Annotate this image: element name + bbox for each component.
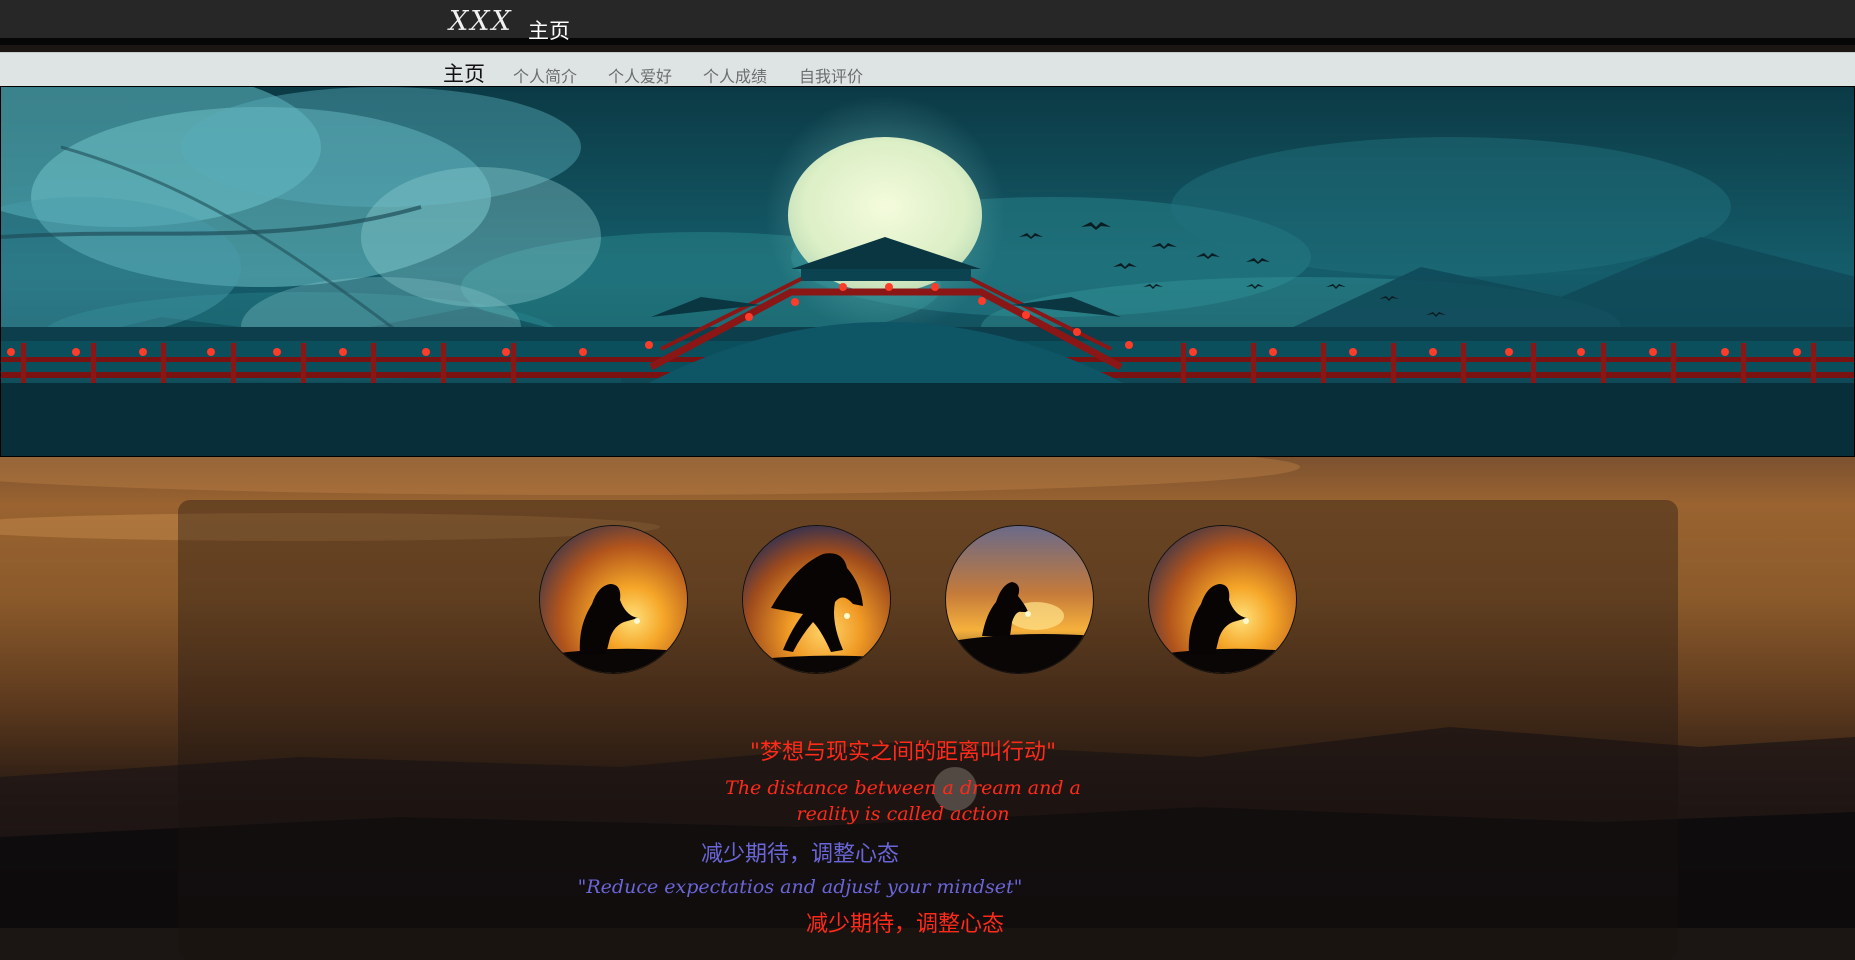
- hero-banner-image: [0, 86, 1855, 457]
- main-nav-bar: 主页 个人简介 个人爱好 个人成绩 自我评价: [0, 52, 1855, 86]
- nav-item-home[interactable]: 主页: [443, 58, 485, 88]
- nav-item-self-evaluation[interactable]: 自我评价: [799, 63, 863, 87]
- gallery-photo-4[interactable]: [1148, 525, 1297, 674]
- nav-item-achievements[interactable]: 个人成绩: [703, 63, 767, 87]
- quote-chinese-dream: "梦想与现实之间的距离叫行动": [749, 740, 1057, 765]
- gallery-photo-2[interactable]: [742, 525, 891, 674]
- quote-english-mindset: "Reduce expectatios and adjust your mind…: [577, 876, 1023, 898]
- top-header-bar: XXX 主页: [0, 0, 1855, 45]
- gallery-photo-1[interactable]: [539, 525, 688, 674]
- nav-item-profile[interactable]: 个人简介: [513, 63, 577, 87]
- quote-english-dream: The distance between a dream and a reali…: [725, 777, 1081, 825]
- quote-chinese-mindset-repeat: 减少期待，调整心态: [805, 912, 1004, 937]
- site-logo[interactable]: XXX: [449, 6, 513, 37]
- nav-item-hobbies[interactable]: 个人爱好: [608, 63, 672, 87]
- gallery-photo-3[interactable]: [945, 525, 1094, 674]
- page-title: 主页: [528, 19, 570, 43]
- quote-chinese-mindset: 减少期待，调整心态: [700, 842, 899, 867]
